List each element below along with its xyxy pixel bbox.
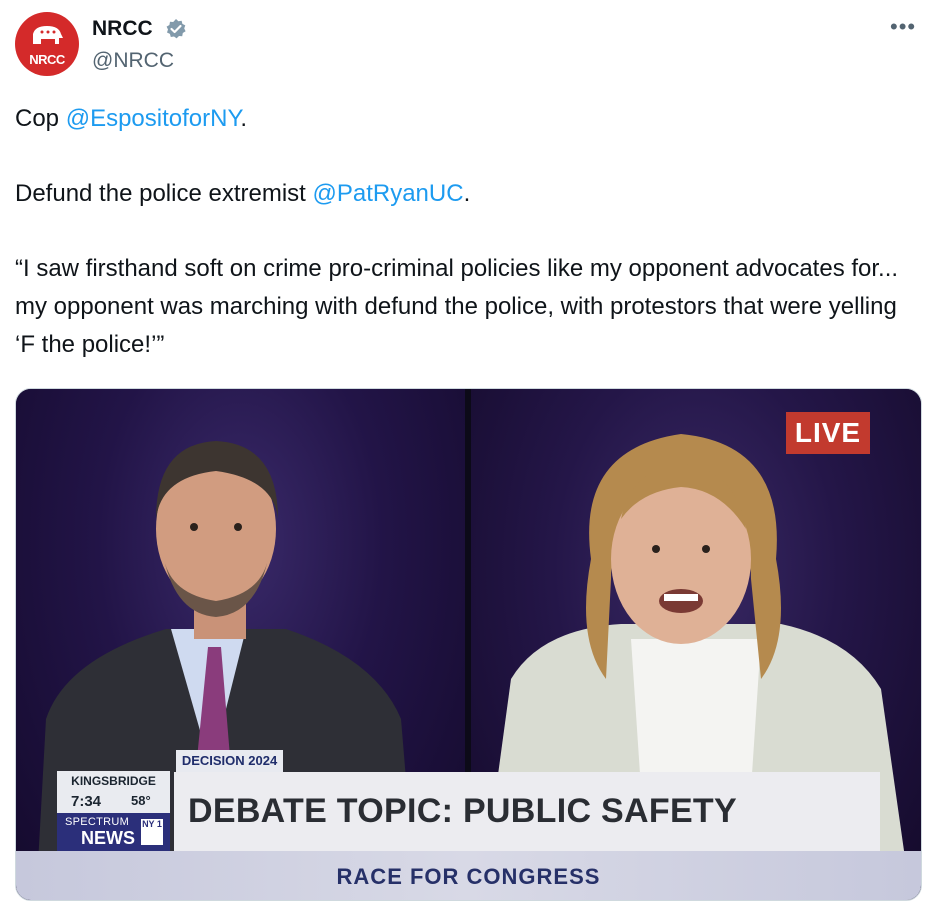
mention-link-esposito[interactable]: @EspositoforNY (66, 105, 241, 132)
temperature-label: 58° (131, 793, 151, 808)
tweet-line-2: Defund the police extremist (15, 180, 313, 207)
more-options-icon[interactable]: ••• (890, 14, 916, 40)
author-name[interactable]: NRCC (92, 17, 153, 41)
channel-badge: NY 1 (141, 819, 163, 845)
decision-label: DECISION 2024 (176, 750, 283, 772)
mention-link-patryan[interactable]: @PatRyanUC (312, 180, 463, 207)
debate-topic: DEBATE TOPIC: PUBLIC SAFETY (188, 792, 737, 830)
tweet-line-1-end: . (240, 105, 248, 132)
topic-bar: DEBATE TOPIC: PUBLIC SAFETY (174, 772, 880, 851)
tweet-line-2-end: . (463, 180, 471, 207)
elephant-logo-icon (33, 26, 63, 44)
network-logo: SPECTRUM NEWS NY 1 (57, 813, 170, 851)
location-label: KINGSBRIDGE (71, 774, 156, 788)
video-player[interactable]: LIVE DECISION 2024 KINGSBRIDGE 7:34 58° … (15, 388, 922, 901)
avatar[interactable]: NRCC (15, 12, 79, 76)
author-handle[interactable]: @NRCC (92, 49, 174, 73)
time-label: 7:34 (71, 793, 102, 810)
banner-text: RACE FOR CONGRESS (336, 864, 601, 889)
network-name-bottom: NEWS (81, 828, 135, 848)
network-name-top: SPECTRUM (65, 816, 130, 828)
location-box: KINGSBRIDGE 7:34 58° (57, 771, 170, 813)
verified-badge-icon (166, 19, 186, 39)
tweet-quote: “I saw firsthand soft on crime pro-crimi… (15, 255, 899, 358)
live-badge: LIVE (786, 412, 870, 454)
avatar-label: NRCC (29, 52, 65, 67)
tweet-line-1: Cop (15, 105, 66, 132)
tweet-text: Cop @EspositoforNY. Defund the police ex… (15, 100, 920, 364)
bottom-banner: RACE FOR CONGRESS (16, 851, 921, 900)
